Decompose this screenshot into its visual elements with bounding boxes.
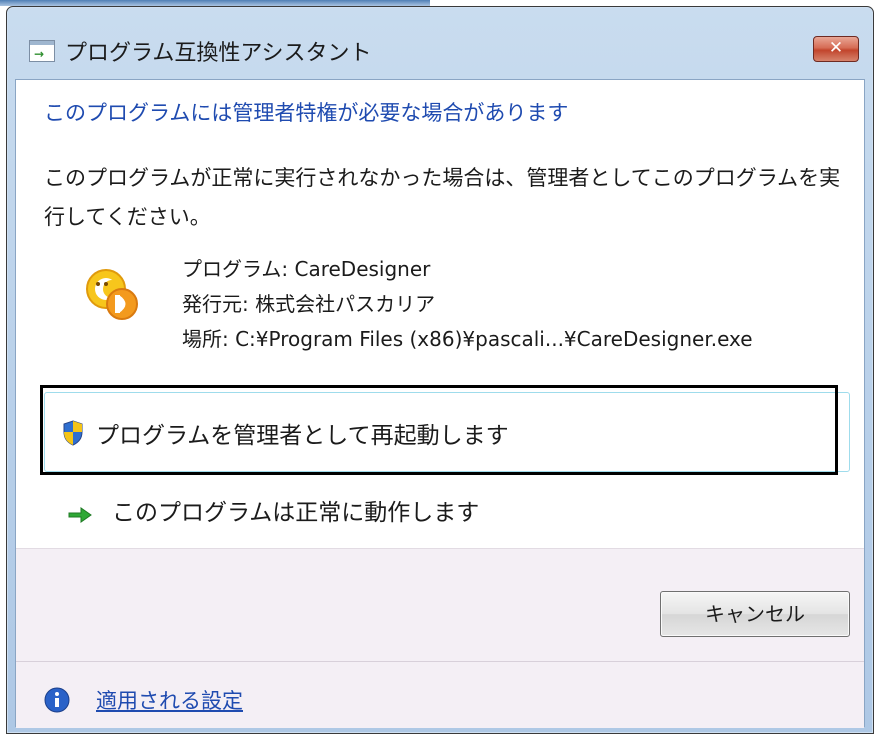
title-bar[interactable]: → プログラム互換性アシスタント ✕ — [7, 7, 873, 79]
green-arrow-icon — [68, 507, 92, 523]
program-publisher: 発行元: 株式会社パスカリア — [182, 292, 436, 316]
compatibility-assistant-window: → プログラム互換性アシスタント ✕ このプログラムには管理者特権が必要な場合が… — [6, 6, 874, 734]
close-button[interactable]: ✕ — [813, 36, 859, 62]
applied-settings-link[interactable]: 適用される設定 — [96, 685, 243, 715]
info-icon — [44, 687, 70, 713]
uac-shield-icon — [63, 420, 83, 446]
program-name: プログラム: CareDesigner — [182, 257, 431, 281]
window-title: プログラム互換性アシスタント — [65, 41, 372, 66]
works-correctly-command[interactable]: このプログラムは正常に動作します — [112, 493, 479, 527]
cancel-button[interactable]: キャンセル — [660, 591, 850, 637]
dialog-footer: キャンセル 適用される設定 — [16, 548, 864, 728]
program-location: 場所: C:¥Program Files (x86)¥pascali...¥Ca… — [182, 327, 753, 351]
footer-divider — [16, 661, 864, 662]
app-window-icon: → — [29, 40, 55, 62]
program-details: プログラム: CareDesigner 発行元: 株式会社パスカリア 場所: C… — [182, 252, 753, 357]
caredesigner-program-icon — [86, 269, 138, 320]
restart-as-admin-label[interactable]: プログラムを管理者として再起動します — [96, 416, 509, 450]
dialog-message: このプログラムが正常に実行されなかった場合は、管理者としてこのプログラムを実行し… — [44, 166, 841, 229]
dialog-content: このプログラムには管理者特権が必要な場合があります このプログラムが正常に実行さ… — [15, 79, 865, 728]
dialog-heading: このプログラムには管理者特権が必要な場合があります — [44, 101, 569, 125]
